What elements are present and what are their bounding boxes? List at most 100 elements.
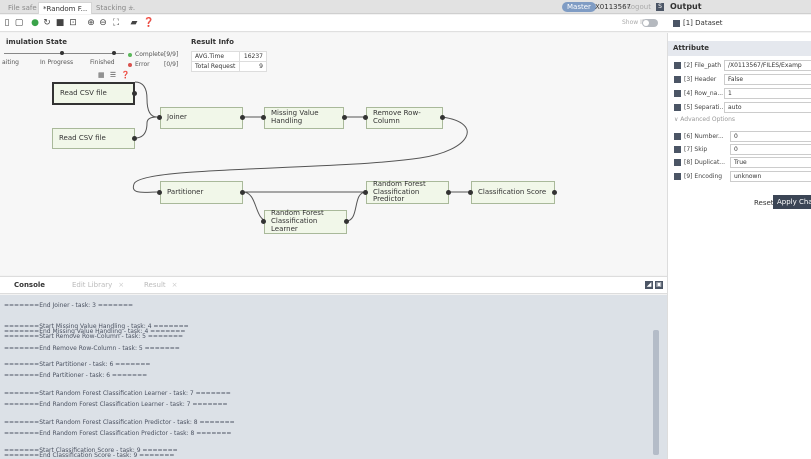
node-port[interactable] — [157, 190, 162, 195]
param-badge — [674, 76, 681, 83]
param-file-path: [2] File_path — [674, 60, 721, 71]
node-port[interactable] — [132, 136, 137, 141]
node-port[interactable] — [261, 219, 266, 224]
dataset-icon — [673, 20, 680, 27]
log-line: =======Start Random Forest Classificatio… — [4, 419, 235, 426]
new-file-icon[interactable]: ▢ — [14, 18, 24, 28]
link-learner-predictor — [345, 191, 367, 222]
number-field[interactable]: 0 — [730, 131, 811, 142]
flag-icon[interactable]: ▰ — [129, 18, 139, 28]
log-line: =======End Joiner - task: 3 ======= — [4, 302, 134, 309]
branch-badge: Master — [562, 2, 596, 12]
show-id-toggle[interactable] — [642, 19, 658, 27]
node-port[interactable] — [363, 115, 368, 120]
node-rf-predictor[interactable]: Random Forest Classification Predictor — [366, 180, 449, 204]
refresh-icon[interactable]: ↻ — [42, 18, 52, 28]
node-classification-score[interactable]: Classification Score — [471, 181, 555, 204]
param-encoding: [9] Encoding — [674, 171, 722, 182]
console-scrollbar[interactable] — [653, 330, 659, 455]
output-icon[interactable]: S — [656, 3, 664, 11]
param-badge — [674, 146, 681, 153]
help-icon[interactable]: ❓ — [143, 18, 154, 28]
node-port[interactable] — [240, 115, 245, 120]
encoding-field[interactable]: unknown — [730, 171, 811, 182]
log-line: =======End Random Forest Classification … — [4, 401, 228, 408]
zoom-out-icon[interactable]: ⊖ — [98, 18, 108, 28]
row-name-field[interactable]: 1 — [724, 88, 811, 99]
reset-button[interactable]: Reset — [754, 199, 774, 207]
node-rf-learner[interactable]: Random Forest Classification Learner — [264, 210, 347, 234]
param-label: [7] Skip — [684, 146, 708, 153]
tab-file-safe[interactable]: File safe — [4, 2, 41, 14]
param-separator: [5] Separati... — [674, 102, 725, 113]
link-read2-joiner — [134, 116, 158, 139]
node-port[interactable] — [363, 190, 368, 195]
node-port[interactable] — [446, 190, 451, 195]
node-port[interactable] — [440, 115, 445, 120]
node-port[interactable] — [240, 190, 245, 195]
tab-edit-library[interactable]: Edit Library × — [72, 281, 124, 289]
param-label: [5] Separati... — [684, 104, 726, 111]
dataset-tab[interactable]: [1] Dataset — [683, 19, 723, 27]
tab-label: Result — [144, 281, 166, 289]
param-badge — [674, 173, 681, 180]
node-joiner[interactable]: Joiner — [160, 107, 243, 129]
zoom-in-icon[interactable]: ⊕ — [86, 18, 96, 28]
tab-result[interactable]: Result × — [144, 281, 178, 289]
node-read-csv-1[interactable]: Read CSV file — [52, 82, 135, 105]
node-port[interactable] — [344, 219, 349, 224]
add-tab-button[interactable]: + — [124, 2, 138, 14]
node-label: Classification Score — [478, 187, 547, 196]
tab-console[interactable]: Console — [14, 281, 45, 289]
skip-field[interactable]: 0 — [730, 144, 811, 155]
workflow-links — [132, 81, 471, 222]
link-read1-joiner — [134, 81, 158, 118]
node-label: Read CSV file — [59, 133, 106, 142]
workflow-canvas[interactable]: imulation State aiting In Progress Finis… — [0, 33, 667, 275]
tab-label: Edit Library — [72, 281, 113, 289]
node-port[interactable] — [157, 115, 162, 120]
console-expand-icon[interactable]: ▣ — [655, 281, 663, 289]
node-label: Joiner — [167, 113, 187, 122]
param-skip: [7] Skip — [674, 144, 707, 155]
duplicate-select[interactable]: True — [730, 157, 811, 168]
node-port[interactable] — [552, 190, 557, 195]
workflow-toolbar: ▯ ▢ ● ↻ ■ ⊡ ⊕ ⊖ ⛶ ▰ ❓ Show ID — [0, 15, 667, 32]
param-label: [9] Encoding — [684, 173, 723, 180]
node-port[interactable] — [342, 115, 347, 120]
param-row-name: [4] Row_na... — [674, 88, 723, 99]
param-badge — [674, 133, 681, 140]
advanced-options-toggle[interactable]: ∨ Advanced Options — [674, 116, 735, 123]
close-icon[interactable]: × — [118, 281, 124, 289]
node-label: Read CSV file — [60, 88, 107, 97]
log-line: =======Start Partitioner - task: 6 =====… — [4, 361, 151, 368]
tab-random-forest[interactable]: *Random F... — [38, 2, 93, 14]
separator-field[interactable]: auto — [724, 102, 811, 113]
apply-changes-button[interactable]: Apply Cha — [773, 195, 811, 209]
console-toggle-icon[interactable]: ◢ — [645, 281, 653, 289]
param-badge — [674, 159, 681, 166]
output-label: Output — [670, 2, 702, 11]
param-number: [6] Number... — [674, 131, 724, 142]
log-line: =======End Classification Score - task: … — [4, 452, 175, 459]
file-path-field[interactable]: /X0113567/FILES/Examp — [724, 60, 811, 71]
file-icon[interactable]: ▯ — [2, 18, 12, 28]
node-port[interactable] — [261, 115, 266, 120]
node-missing-value-handling[interactable]: Missing Value Handling — [264, 107, 344, 129]
param-label: [3] Header — [684, 76, 717, 83]
stop-icon[interactable]: ■ — [55, 18, 65, 28]
node-remove-row-column[interactable]: Remove Row-Column — [366, 107, 443, 129]
node-label: Remove Row-Column — [373, 109, 421, 125]
logout-link[interactable]: Logout — [627, 2, 651, 12]
close-icon[interactable]: × — [172, 281, 178, 289]
node-partitioner[interactable]: Partitioner — [160, 181, 243, 204]
node-port[interactable] — [468, 190, 473, 195]
param-label: [8] Duplicat... — [684, 159, 726, 166]
param-label: [2] File_path — [684, 62, 722, 69]
node-port[interactable] — [132, 91, 137, 96]
node-read-csv-2[interactable]: Read CSV file — [52, 128, 135, 149]
fullscreen-icon[interactable]: ⛶ — [111, 18, 121, 28]
header-select[interactable]: False — [724, 74, 811, 85]
run-icon[interactable]: ● — [30, 18, 40, 28]
fit-icon[interactable]: ⊡ — [68, 18, 78, 28]
